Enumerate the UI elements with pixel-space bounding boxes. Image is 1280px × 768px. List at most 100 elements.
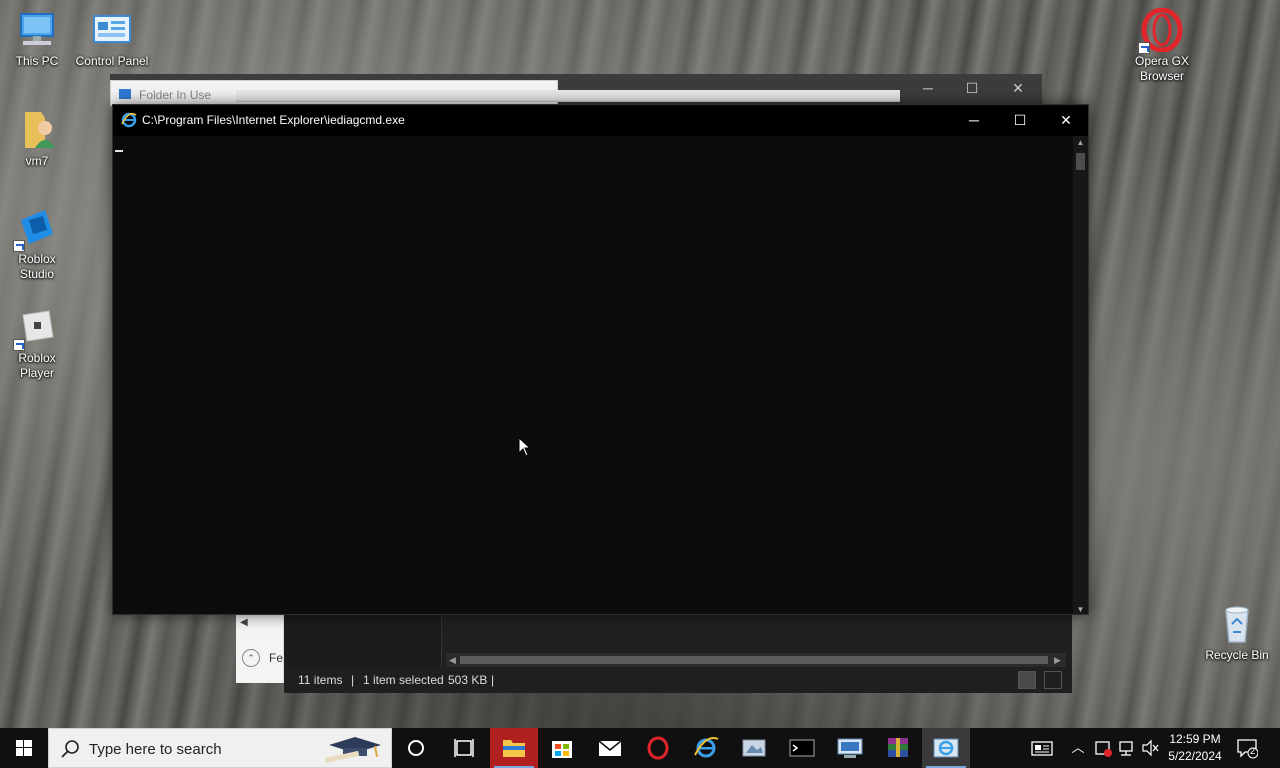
- network-icon: [1119, 741, 1133, 756]
- explorer-statusbar: 11 items | 1 item selected 503 KB |: [284, 667, 1072, 693]
- roblox-player-icon: [13, 305, 59, 351]
- security-tray-button[interactable]: [1092, 728, 1114, 768]
- cortana-icon: [408, 740, 424, 756]
- scroll-left-icon[interactable]: ◀: [449, 653, 456, 667]
- action-center-button[interactable]: 2: [1236, 737, 1259, 759]
- vertical-scrollbar[interactable]: ▲ ▼: [1073, 136, 1088, 614]
- network-app-icon: [837, 738, 863, 758]
- horizontal-scrollbar[interactable]: ◀ ▶: [446, 653, 1066, 667]
- explorer-close-button[interactable]: ✕: [1008, 80, 1028, 98]
- desktop-icon-label: Recycle Bin: [1205, 648, 1269, 662]
- console-titlebar[interactable]: C:\Program Files\Internet Explorer\iedia…: [113, 105, 1088, 136]
- left-arrow-icon[interactable]: ◀: [240, 617, 248, 628]
- show-hidden-icons-button[interactable]: ︿: [1068, 728, 1088, 768]
- status-separator: |: [351, 673, 355, 687]
- desktop-icon-vm7[interactable]: vm7: [0, 108, 74, 169]
- horizontal-scroll-thumb[interactable]: [460, 656, 1048, 664]
- mail-icon: [598, 740, 622, 756]
- desktop-icon-label: Roblox Studio: [18, 252, 56, 281]
- volume-muted-icon: [1142, 739, 1159, 757]
- internet-explorer-icon: [694, 737, 719, 758]
- vertical-scroll-thumb[interactable]: [1076, 153, 1085, 170]
- opera-taskbar-button[interactable]: [634, 728, 682, 768]
- desktop-icon-opera-gx[interactable]: Opera GX Browser: [1124, 7, 1200, 84]
- taskbar-search-box[interactable]: Type here to search: [48, 728, 392, 768]
- details-view-button[interactable]: [1018, 671, 1036, 689]
- file-explorer-taskbar-button[interactable]: [490, 728, 538, 768]
- shortcut-arrow-icon: [13, 240, 25, 252]
- desktop-icon-roblox-player[interactable]: Roblox Player: [0, 305, 74, 381]
- task-view-icon: [454, 739, 474, 757]
- selection-count: 1 item selected: [363, 673, 444, 687]
- network-tray-button[interactable]: [1116, 728, 1138, 768]
- volume-tray-button[interactable]: [1140, 728, 1160, 768]
- mouse-pointer-icon: [518, 437, 532, 457]
- dialog-left-panel: ◀ ⌃ Fe: [236, 615, 284, 683]
- desktop-icon-this-pc[interactable]: This PC: [0, 8, 74, 69]
- desktop-icon-roblox-studio[interactable]: Roblox Studio: [0, 206, 74, 282]
- item-count: 11 items: [298, 673, 343, 687]
- explorer-maximize-button[interactable]: ☐: [962, 80, 982, 98]
- scroll-right-icon[interactable]: ▶: [1054, 653, 1061, 667]
- dialog-left-text: Fe: [269, 651, 284, 665]
- desktop-icon-label: Control Panel: [75, 54, 149, 68]
- graduation-cap-icon: [324, 737, 381, 763]
- scroll-up-icon[interactable]: ▲: [1073, 138, 1088, 147]
- selection-size: 503 KB: [448, 673, 488, 687]
- desktop-icon-label: This PC: [15, 54, 59, 68]
- iediagcmd-taskbar-button[interactable]: [922, 728, 970, 768]
- taskbar: Type here to search ︿ 12:59 PM 5/22/2024…: [0, 728, 1280, 768]
- navigation-pane[interactable]: [284, 615, 442, 667]
- minimize-button[interactable]: ─: [951, 105, 997, 136]
- search-placeholder: Type here to search: [89, 741, 222, 758]
- terminal-taskbar-button[interactable]: [778, 728, 826, 768]
- task-view-button[interactable]: [440, 728, 488, 768]
- network-app-taskbar-button[interactable]: [826, 728, 874, 768]
- search-icon: [61, 740, 79, 758]
- news-button[interactable]: [1028, 728, 1056, 768]
- store-taskbar-button[interactable]: [538, 728, 586, 768]
- app-icon: [742, 739, 766, 757]
- desktop-icon-control-panel[interactable]: Control Panel: [75, 8, 149, 69]
- folder-in-use-icon: [119, 89, 131, 99]
- status-separator: |: [491, 673, 495, 687]
- taskbar-clock[interactable]: 12:59 PM 5/22/2024: [1160, 731, 1230, 765]
- scroll-down-icon[interactable]: ▼: [1073, 605, 1088, 614]
- console-window[interactable]: C:\Program Files\Internet Explorer\iedia…: [112, 104, 1089, 615]
- terminal-icon: [789, 739, 815, 757]
- control-panel-icon: [90, 8, 134, 52]
- chevron-up-icon: ︿: [1071, 740, 1085, 755]
- computer-icon: [15, 8, 59, 52]
- file-explorer-icon: [503, 740, 525, 757]
- desktop-icon-label: Opera GX Browser: [1134, 54, 1190, 83]
- console-output[interactable]: [113, 136, 1073, 614]
- opera-gx-icon: [1138, 7, 1184, 54]
- start-button[interactable]: [0, 728, 48, 768]
- shortcut-arrow-icon: [1138, 42, 1150, 54]
- winrar-taskbar-button[interactable]: [874, 728, 922, 768]
- close-button[interactable]: ✕: [1043, 105, 1089, 136]
- explorer-content: ◀ ▶ 11 items | 1 item selected 503 KB |: [284, 615, 1072, 693]
- app-taskbar-button[interactable]: [730, 728, 778, 768]
- winrar-icon: [888, 738, 908, 757]
- explorer-minimize-button[interactable]: ─: [918, 80, 938, 98]
- folder-in-use-title: Folder In Use: [139, 88, 212, 102]
- large-icons-view-button[interactable]: [1044, 671, 1062, 689]
- windows-logo-icon: [16, 740, 32, 756]
- clock-date: 5/22/2024: [1168, 749, 1222, 763]
- security-warning-icon: [1095, 741, 1112, 757]
- text-cursor: [115, 150, 123, 152]
- desktop: This PC Control Panel vm7 Roblox Studio …: [0, 0, 1280, 728]
- expand-details-button[interactable]: ⌃: [242, 649, 260, 667]
- explorer-bottom-area: ◀ ⌃ Fe ◀ ▶ 11 items | 1 item selected 50…: [110, 615, 1072, 693]
- desktop-icon-label: Roblox Player: [18, 351, 56, 380]
- mail-taskbar-button[interactable]: [586, 728, 634, 768]
- internet-explorer-taskbar-button[interactable]: [682, 728, 730, 768]
- maximize-button[interactable]: ☐: [997, 105, 1043, 136]
- recycle-bin-icon: [1215, 602, 1259, 646]
- microsoft-store-icon: [552, 741, 572, 758]
- console-title: C:\Program Files\Internet Explorer\iedia…: [142, 113, 405, 127]
- desktop-icon-recycle-bin[interactable]: Recycle Bin: [1200, 602, 1274, 663]
- cortana-button[interactable]: [392, 728, 440, 768]
- clock-time: 12:59 PM: [1169, 732, 1221, 746]
